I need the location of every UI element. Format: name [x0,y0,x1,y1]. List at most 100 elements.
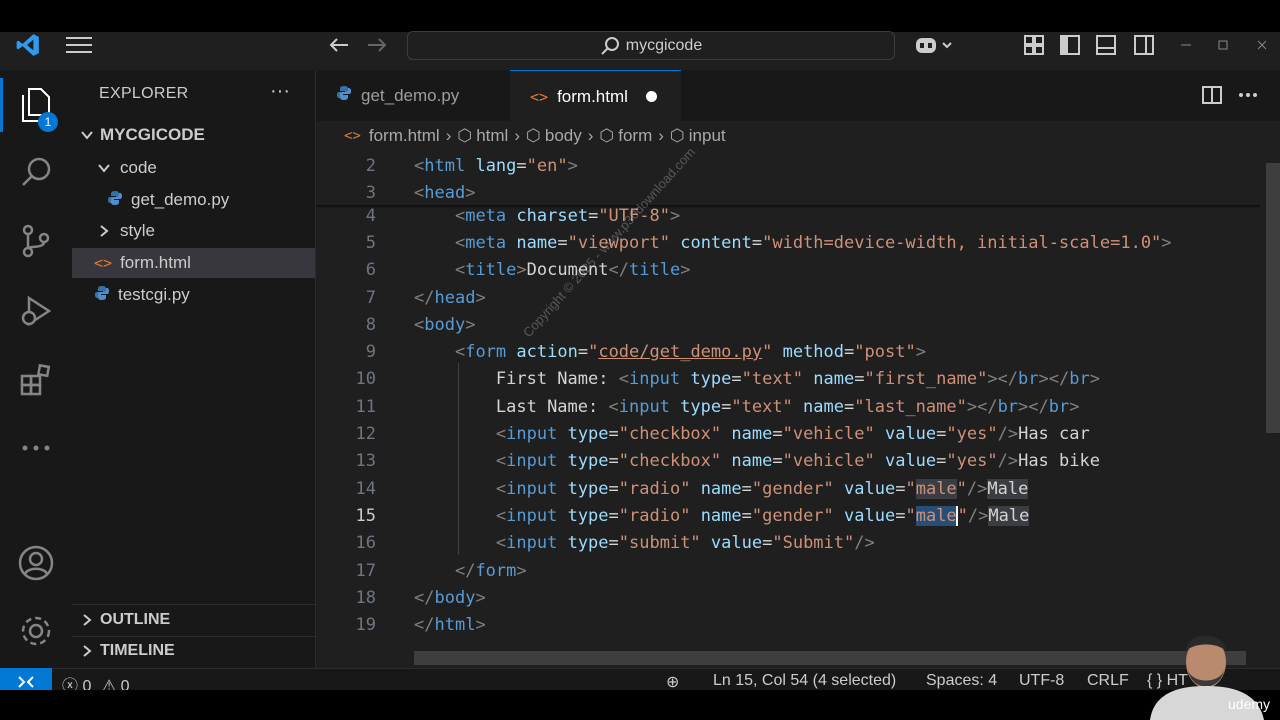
indentation[interactable]: Spaces: 4 [926,672,997,690]
tab-form-html[interactable]: <> form.html [510,70,681,122]
run-debug-activity[interactable] [0,283,72,339]
toggle-primary-sidebar-icon[interactable] [1058,32,1082,58]
tab-bar: get_demo.py <> form.html [316,70,1280,122]
outline-section[interactable]: OUTLINE [72,605,315,635]
breadcrumb-item[interactable]: form [618,126,652,146]
tab-get-demo[interactable]: get_demo.py [316,70,509,121]
workspace-root-label: MYCGICODE [100,125,205,144]
chevron-down-icon [98,164,110,173]
breadcrumb-item[interactable]: form.html [369,126,440,146]
explorer-activity[interactable]: 1 [0,77,72,133]
zoom-icon[interactable]: ⊕ [666,672,679,692]
customize-layout-icon[interactable] [1022,32,1046,58]
tree-file-form-html[interactable]: <> form.html [72,248,315,278]
code-line: </html> [414,615,486,635]
manage-activity[interactable] [0,603,72,659]
cube-icon: ⬡ [599,126,615,145]
sidebar-title: EXPLORER [99,85,189,102]
toggle-secondary-sidebar-icon[interactable] [1132,32,1156,58]
tab-label: get_demo.py [361,85,460,105]
line-number: 11 [355,397,376,417]
breadcrumb-item[interactable]: input [689,126,726,146]
sidebar-more-button[interactable]: ··· [270,80,290,103]
search-icon [22,157,51,186]
chevron-right-icon [83,645,92,657]
tree-folder-style[interactable]: style [72,216,315,246]
command-center-search[interactable]: mycgicode [407,31,895,60]
code-line: First Name: <input type="text" name="fir… [495,369,1100,389]
code-line-current: <input type="radio" name="gender" value=… [495,506,1030,526]
tree-label: style [120,221,155,240]
active-indicator [0,78,3,132]
split-editor-icon[interactable] [1200,83,1224,107]
tree-label: testcgi.py [118,285,190,304]
chevron-right-icon [100,225,109,237]
line-number: 15 [355,506,376,526]
workspace-root[interactable]: MYCGICODE [72,120,315,150]
line-number: 19 [355,615,376,635]
minimize-icon[interactable] [1176,32,1196,58]
copilot-icon[interactable] [912,32,956,58]
breadcrumb-item[interactable]: html [476,126,508,146]
line-ending[interactable]: CRLF [1087,672,1129,690]
line-number: 12 [355,424,376,444]
search-activity[interactable] [0,144,72,200]
remote-icon [18,676,34,688]
close-window-icon[interactable] [1252,32,1272,58]
cursor-position[interactable]: Ln 15, Col 54 (4 selected) [713,672,896,690]
outline-label: OUTLINE [100,611,171,628]
line-number: 7 [365,288,376,308]
line-number: 4 [365,206,376,226]
python-file-icon [336,85,352,106]
cube-icon: ⬡ [457,126,473,145]
horizontal-scrollbar-thumb[interactable] [414,651,1246,665]
code-line: <title>Document</title> [454,260,691,280]
back-arrow-icon[interactable] [326,32,352,58]
unsaved-dot-icon[interactable] [645,91,657,102]
line-number: 3 [365,183,376,203]
line-number: 6 [365,260,376,280]
timeline-section[interactable]: TIMELINE [72,636,315,666]
line-number: 8 [365,315,376,335]
chevron-right-icon: › [514,126,521,145]
more-icon [22,445,50,451]
line-number: 2 [365,156,376,176]
vertical-scrollbar-thumb[interactable] [1266,163,1280,433]
line-number: 9 [365,342,376,362]
tree-folder-code[interactable]: code [72,153,315,183]
tree-file-testcgi[interactable]: testcgi.py [72,280,315,310]
cube-icon: ⬡ [669,126,685,145]
code-line: </body> [414,588,486,608]
code-editor[interactable]: 2 3 4 5 6 7 8 9 10 11 12 13 14 15 16 17 … [316,151,1280,668]
maximize-icon[interactable] [1213,32,1233,58]
code-line: <input type="checkbox" name="vehicle" va… [495,424,1090,444]
search-text: mycgicode [625,36,703,54]
python-file-icon [94,285,110,306]
forward-arrow-icon[interactable] [364,32,390,58]
tree-label: get_demo.py [131,190,230,209]
more-activity[interactable] [0,420,72,476]
editor-more-icon[interactable] [1236,83,1260,107]
vscode-logo-icon [14,32,42,58]
toggle-panel-icon[interactable] [1094,32,1118,58]
chevron-down-icon [81,131,93,140]
explorer-badge: 1 [38,112,58,132]
accounts-activity[interactable] [0,535,72,591]
chevron-right-icon: › [587,126,594,145]
encoding[interactable]: UTF-8 [1019,672,1064,690]
line-number: 14 [355,479,376,499]
run-debug-icon [21,295,52,327]
code-line: <input type="submit" value="Submit"/> [495,533,875,553]
menu-icon[interactable] [62,32,96,58]
line-number: 5 [365,233,376,253]
line-number: 13 [355,451,376,471]
code-line: <head> [414,183,476,203]
tree-file-get-demo[interactable]: get_demo.py [72,185,315,215]
breadcrumb-item[interactable]: body [545,126,582,146]
chevron-right-icon [83,614,92,626]
extensions-activity[interactable] [0,352,72,408]
tree-label: form.html [120,253,191,272]
udemy-logo-text: udemy [1228,696,1271,712]
line-number: 17 [355,561,376,581]
source-control-activity[interactable] [0,213,72,269]
